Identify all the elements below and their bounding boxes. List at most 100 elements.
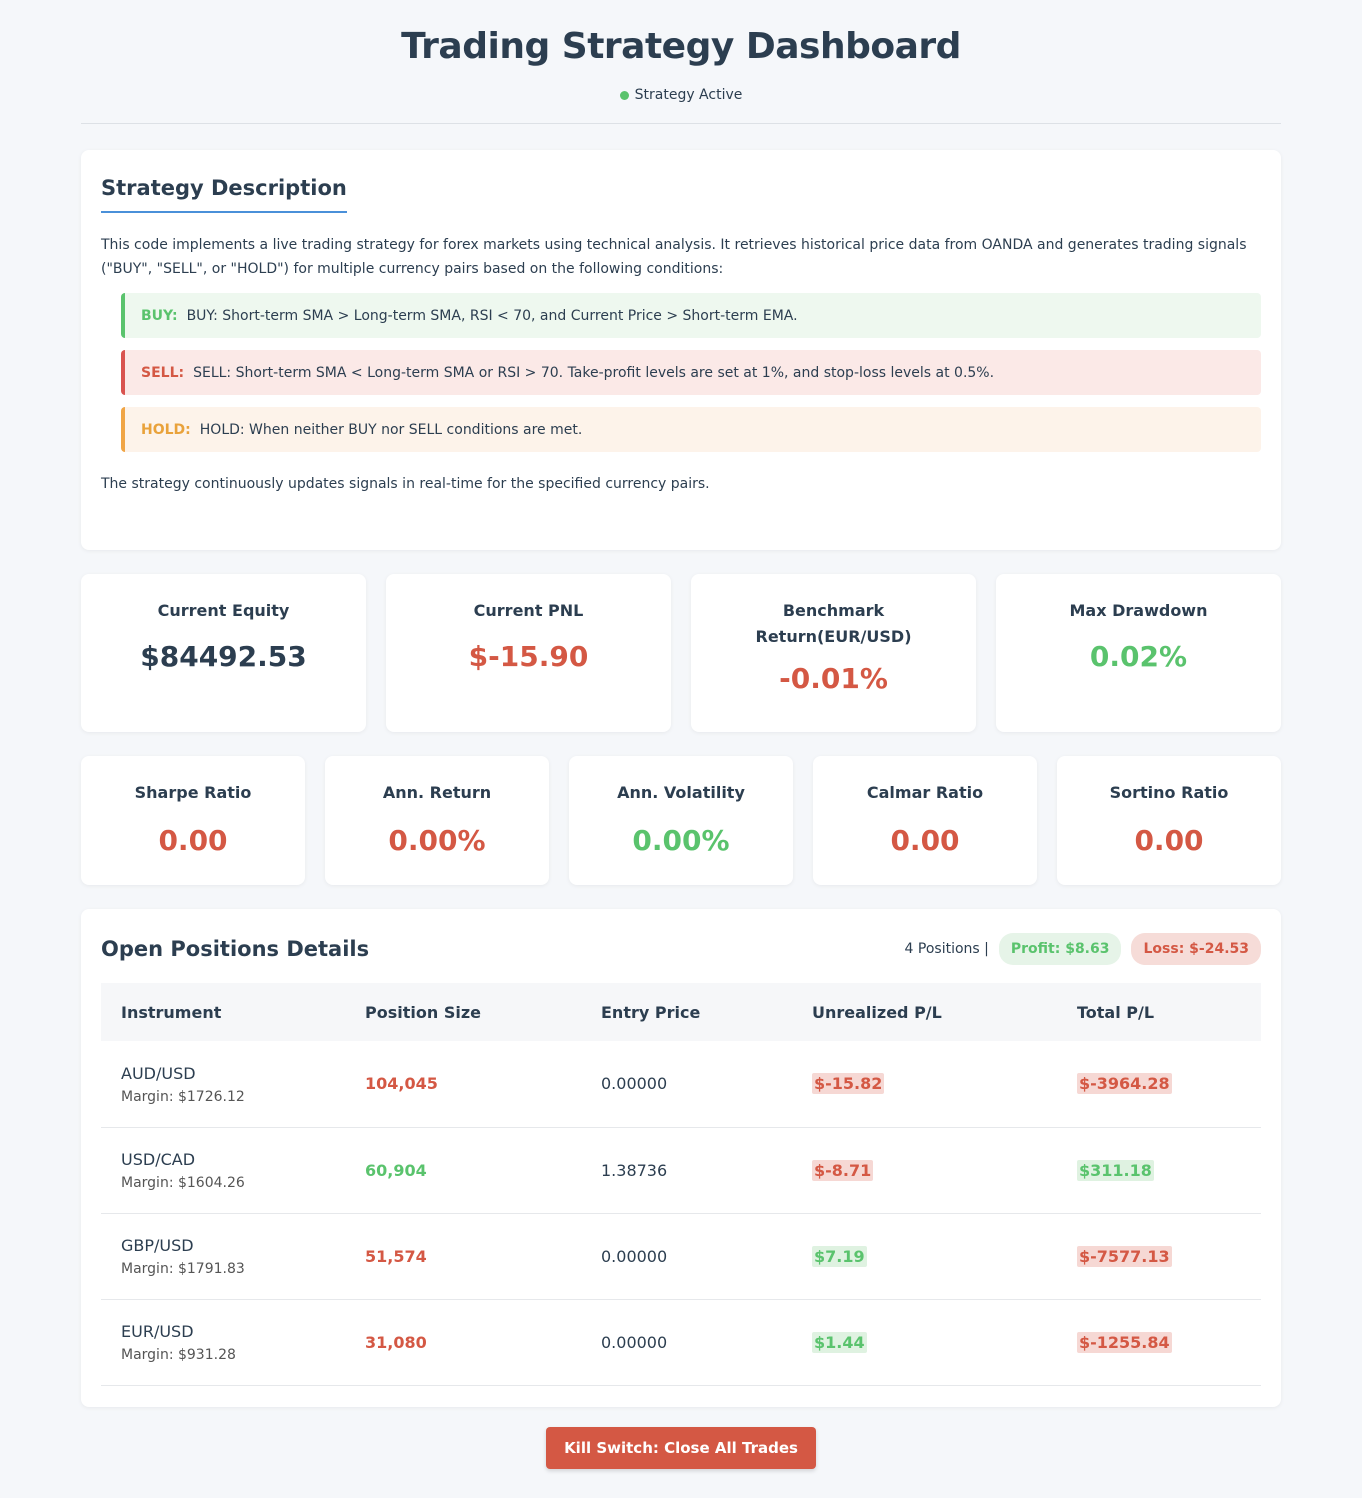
primary-metrics: Current Equity $84492.53 Current PNL $-1… [81,574,1281,732]
signal-sell: SELL: SELL: Short-term SMA < Long-term S… [121,350,1261,395]
signal-hold: HOLD: HOLD: When neither BUY nor SELL co… [121,407,1261,452]
metric-benchmark-return: Benchmark Return(EUR/USD) -0.01% [691,574,976,732]
unrealized-pl-value: $-8.71 [812,1159,874,1181]
positions-table: Instrument Position Size Entry Price Unr… [101,983,1261,1386]
instrument-margin: Margin: $1604.26 [121,1175,245,1191]
total-pl-value: $311.18 [1077,1159,1154,1181]
cell-entry-price: 1.38736 [601,1160,668,1180]
table-header-row: Instrument Position Size Entry Price Unr… [101,983,1261,1041]
cell-entry-price: 0.00000 [601,1074,668,1094]
positions-header: Open Positions Details 4 Positions | Pro… [101,929,1261,969]
positions-count: 4 Positions | [904,941,989,957]
signal-buy-label: BUY: [141,307,178,324]
metric-calmar-ratio: Calmar Ratio 0.00 [813,756,1037,885]
description-title: Strategy Description [101,174,347,213]
metric-ann-return: Ann. Return 0.00% [325,756,549,885]
metric-value: $84492.53 [140,640,307,673]
positions-summary: 4 Positions | Profit: $8.63 Loss: $-24.5… [905,933,1261,965]
instrument-name: GBP/USD [121,1236,194,1255]
metric-value: 0.00% [632,824,730,857]
metric-max-drawdown: Max Drawdown 0.02% [996,574,1281,732]
table-row: GBP/USD Margin: $1791.83 51,574 0.00000 … [101,1213,1261,1299]
metric-title: Sharpe Ratio [134,783,252,802]
cell-unrealized-pl: $1.44 [792,1299,1057,1385]
cell-total-pl: $-1255.84 [1057,1299,1261,1385]
cell-unrealized-pl: $-15.82 [792,1041,1057,1127]
signal-buy: BUY: BUY: Short-term SMA > Long-term SMA… [121,293,1261,338]
cell-entry-price: 0.00000 [601,1246,668,1266]
cell-position-size: 60,904 [365,1160,427,1180]
cell-total-pl: $-3964.28 [1057,1041,1261,1127]
cell-position-size: 51,574 [365,1246,427,1266]
metric-value: 0.00% [388,824,486,857]
status-text: Strategy Active [634,87,743,103]
signal-hold-label: HOLD: [141,421,191,438]
metric-value: 0.00 [158,824,228,857]
strategy-status: Strategy Active [619,87,743,103]
cell-unrealized-pl: $-8.71 [792,1127,1057,1213]
metric-title: Max Drawdown [1069,601,1208,620]
signal-sell-text: SELL: Short-term SMA < Long-term SMA or … [193,364,995,381]
cell-instrument: AUD/USD Margin: $1726.12 [101,1041,345,1127]
metric-value: 0.00 [890,824,960,857]
signal-sell-label: SELL: [141,364,185,381]
metric-title: Current PNL [473,601,584,620]
instrument-name: AUD/USD [121,1063,196,1083]
metric-value: 0.02% [1089,640,1188,673]
instrument-name: EUR/USD [121,1322,194,1341]
positions-title: Open Positions Details [101,937,370,961]
total-pl-value: $-1255.84 [1077,1331,1172,1353]
metric-value: $-15.90 [468,640,589,673]
table-row: USD/CAD Margin: $1604.26 60,904 1.38736 … [101,1127,1261,1213]
metric-title: Calmar Ratio [866,783,984,802]
metric-sortino-ratio: Sortino Ratio 0.00 [1057,756,1281,885]
metric-value: 0.00 [1134,824,1204,857]
cell-position-size: 104,045 [365,1074,438,1094]
instrument-margin: Margin: $931.28 [121,1347,236,1363]
signal-hold-text: HOLD: When neither BUY nor SELL conditio… [199,421,583,438]
strategy-description-card: Strategy Description This code implement… [81,150,1281,550]
kill-switch-button[interactable]: Kill Switch: Close All Trades [546,1427,816,1469]
metric-title: Current Equity [157,601,290,620]
metric-ann-volatility: Ann. Volatility 0.00% [569,756,793,885]
metric-title: Sortino Ratio [1109,783,1229,802]
instrument-margin: Margin: $1791.83 [121,1261,245,1277]
column-header-position-size: Position Size [365,1002,481,1022]
profit-badge: Profit: $8.63 [998,933,1122,965]
cell-instrument: USD/CAD Margin: $1604.26 [101,1127,345,1213]
page-title: Trading Strategy Dashboard [401,26,961,67]
cell-total-pl: $311.18 [1057,1127,1261,1213]
cell-total-pl: $-7577.13 [1057,1213,1261,1299]
metric-current-equity: Current Equity $84492.53 [81,574,366,732]
instrument-name: USD/CAD [121,1150,196,1169]
cell-instrument: EUR/USD Margin: $931.28 [101,1299,345,1385]
description-outro: The strategy continuously updates signal… [101,476,710,492]
metric-title: Ann. Return [382,783,492,802]
page-header: Trading Strategy Dashboard Strategy Acti… [81,0,1281,124]
kill-switch-container: Kill Switch: Close All Trades [81,1427,1281,1469]
unrealized-pl-value: $1.44 [812,1331,867,1353]
table-row: EUR/USD Margin: $931.28 31,080 0.00000 $… [101,1299,1261,1385]
open-positions-card: Open Positions Details 4 Positions | Pro… [81,909,1281,1407]
column-header-total-pl: Total P/L [1077,1002,1155,1022]
instrument-margin: Margin: $1726.12 [121,1088,245,1105]
loss-badge: Loss: $-24.53 [1131,933,1261,965]
cell-position-size: 31,080 [365,1332,427,1352]
total-pl-value: $-3964.28 [1077,1073,1172,1095]
unrealized-pl-value: $7.19 [812,1245,867,1267]
metric-title: Ann. Volatility [617,783,745,802]
total-pl-value: $-7577.13 [1077,1245,1172,1267]
description-intro: This code implements a live trading stra… [101,237,1247,277]
status-dot-icon [619,90,629,100]
signal-buy-text: BUY: Short-term SMA > Long-term SMA, RSI… [186,307,798,324]
metric-current-pnl: Current PNL $-15.90 [386,574,671,732]
metric-title: Benchmark Return(EUR/USD) [755,601,912,646]
column-header-instrument: Instrument [121,1002,222,1022]
metric-value: -0.01% [779,662,888,695]
cell-entry-price: 0.00000 [601,1332,668,1352]
column-header-unrealized-pl: Unrealized P/L [812,1002,942,1022]
metric-sharpe-ratio: Sharpe Ratio 0.00 [81,756,305,885]
cell-instrument: GBP/USD Margin: $1791.83 [101,1213,345,1299]
unrealized-pl-value: $-15.82 [812,1073,885,1095]
column-header-entry-price: Entry Price [601,1002,701,1022]
